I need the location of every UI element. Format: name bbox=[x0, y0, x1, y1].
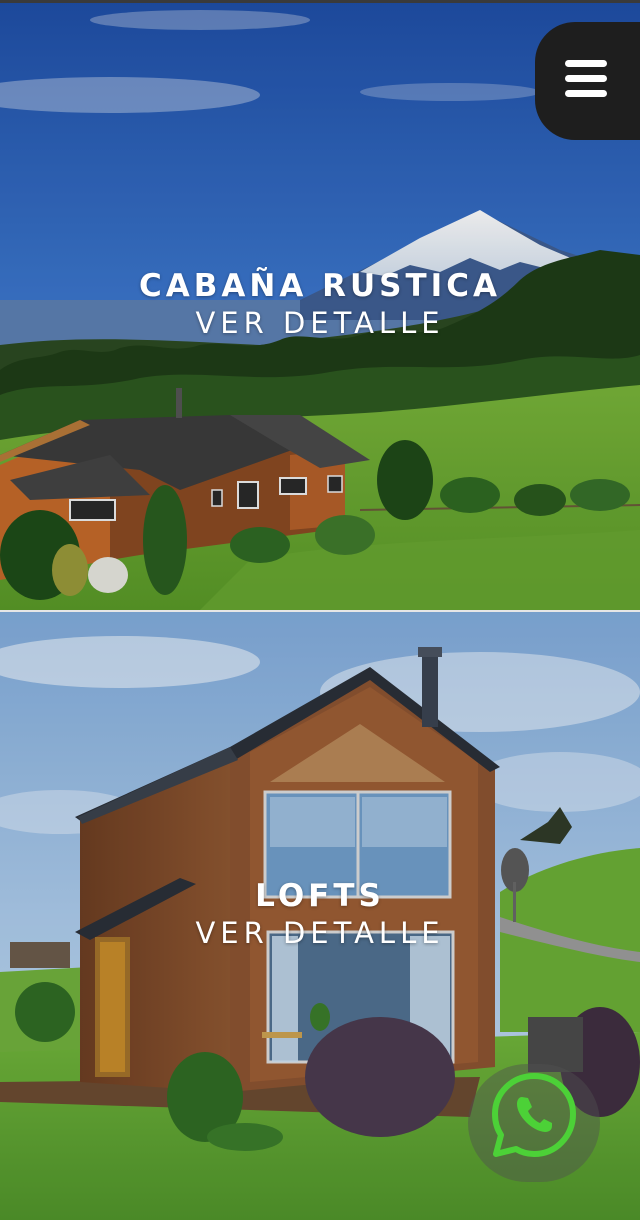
card-divider bbox=[0, 610, 640, 612]
menu-button[interactable] bbox=[535, 22, 640, 140]
card-title[interactable]: LOFTS bbox=[0, 876, 640, 916]
view-detail-link[interactable]: VER DETALLE bbox=[0, 916, 640, 950]
page: CABAÑA RUSTICA VER DETALLE LOFTS VER DET… bbox=[0, 0, 640, 1220]
view-detail-link[interactable]: VER DETALLE bbox=[0, 306, 640, 340]
card-caption-cabana: CABAÑA RUSTICA VER DETALLE bbox=[0, 266, 640, 340]
hamburger-icon bbox=[565, 60, 607, 98]
whatsapp-button[interactable] bbox=[468, 1064, 600, 1182]
top-bar bbox=[0, 0, 640, 3]
card-caption-lofts: LOFTS VER DETALLE bbox=[0, 876, 640, 950]
whatsapp-icon bbox=[492, 1073, 576, 1157]
card-title[interactable]: CABAÑA RUSTICA bbox=[0, 266, 640, 306]
